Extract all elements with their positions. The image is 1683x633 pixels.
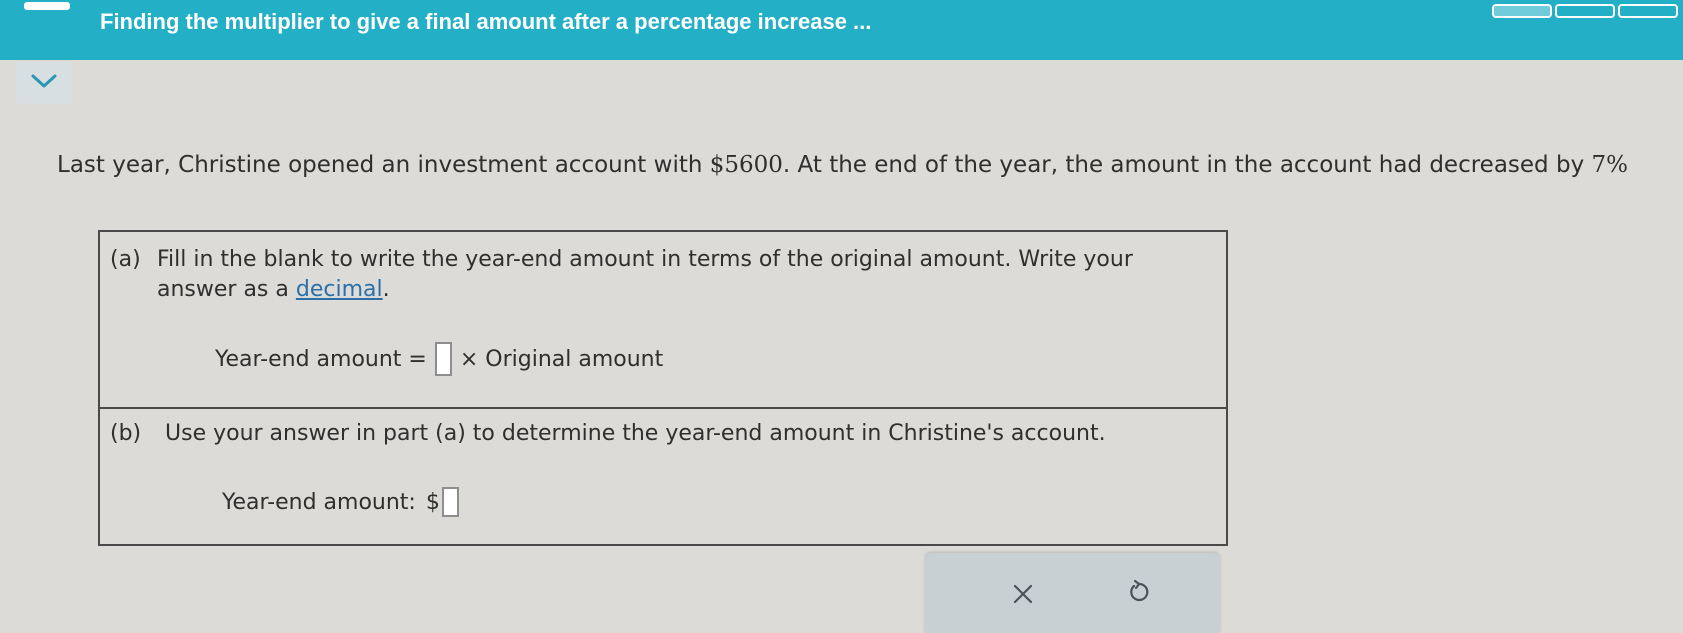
undo-icon — [1126, 579, 1152, 612]
part-b-label: (b) — [110, 421, 142, 446]
collapse-button[interactable] — [16, 62, 72, 104]
answer-actions — [925, 553, 1220, 633]
initial-amount: $5600 — [709, 152, 783, 178]
page-title: Finding the multiplier to give a final a… — [100, 9, 872, 34]
problem-text: Last year, Christine opened an investmen… — [57, 152, 710, 178]
undo-button[interactable] — [1119, 575, 1159, 615]
top-bar: Finding the multiplier to give a final a… — [0, 0, 1683, 60]
year-end-label: Year-end amount: — [222, 489, 416, 515]
problem-text: . At the end of the year, the amount in … — [782, 152, 1592, 178]
percent-change: 7% — [1591, 152, 1629, 178]
year-end-equation: Year-end amount: $ — [222, 487, 459, 517]
part-a-instruction: Fill in the blank to write the year-end … — [157, 245, 1197, 305]
decimal-link[interactable]: decimal — [296, 277, 383, 302]
equation-left: Year-end amount = — [215, 346, 427, 372]
part-a: (a) Fill in the blank to write the year-… — [100, 232, 1226, 409]
multiplier-input[interactable] — [434, 342, 452, 376]
multiplier-equation: Year-end amount = × Original amount — [215, 342, 663, 376]
progress-segment — [1492, 4, 1552, 18]
part-b-instruction: Use your answer in part (a) to determine… — [165, 421, 1106, 446]
clear-button[interactable] — [1003, 575, 1043, 615]
menu-icon[interactable] — [24, 2, 70, 10]
progress-segment — [1618, 4, 1678, 18]
chevron-down-icon — [31, 73, 57, 93]
equation-right: × Original amount — [459, 346, 664, 372]
year-end-amount-input[interactable] — [441, 487, 459, 517]
problem-statement: Last year, Christine opened an investmen… — [57, 152, 1628, 178]
progress-indicator — [1492, 4, 1678, 18]
close-icon — [1012, 579, 1034, 612]
part-b: (b) Use your answer in part (a) to deter… — [100, 409, 1226, 546]
currency-symbol: $ — [425, 489, 440, 515]
instruction-text: . — [382, 277, 390, 302]
progress-segment — [1555, 4, 1615, 18]
part-a-label: (a) — [110, 247, 141, 272]
question-parts: (a) Fill in the blank to write the year-… — [98, 230, 1228, 546]
